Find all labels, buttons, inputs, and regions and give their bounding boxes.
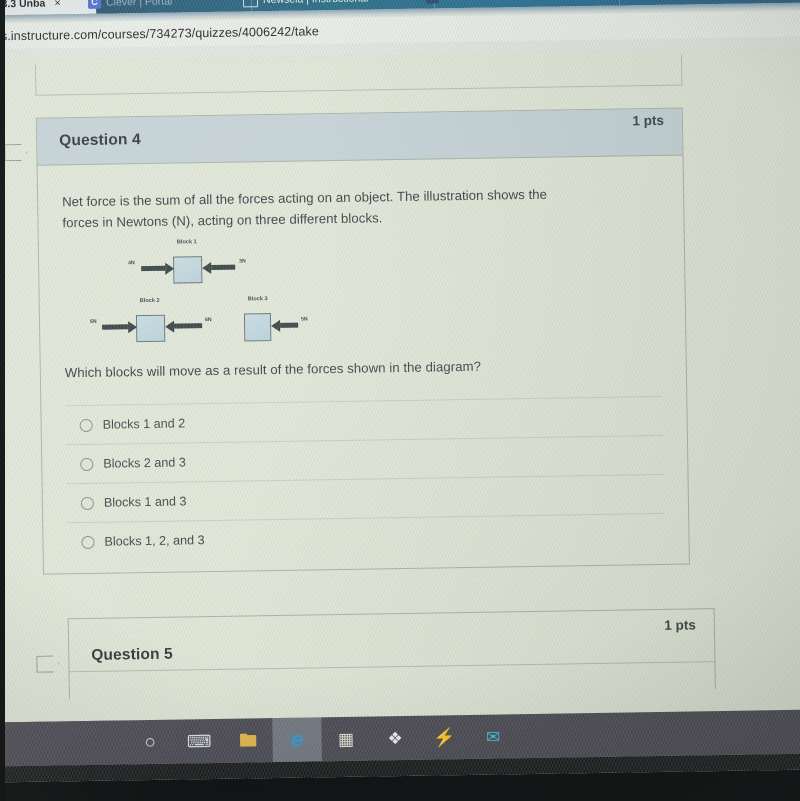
tab-close-icon[interactable]: × — [54, 0, 61, 9]
question-5-title: Question 5 — [91, 645, 174, 664]
answer-option-3[interactable]: Blocks 1, 2, and 3 — [67, 514, 665, 561]
tab-title: Clever | Portal — [105, 0, 173, 9]
block-2-group: Block 2 6N 6N — [89, 298, 216, 344]
radio-button-icon[interactable] — [81, 535, 95, 549]
question-4-body: Net force is the sum of all the forces a… — [38, 156, 689, 562]
block-2-right-force: 6N — [204, 316, 212, 323]
quiz-page: Question 4 1 pts Net force is the sum of… — [0, 48, 800, 723]
clever-icon: C — [87, 0, 102, 9]
taskbar-task-view[interactable]: ⌨ — [174, 719, 224, 764]
tab-title: Forces and motion ... — [444, 0, 543, 3]
block-2-left-force: 6N — [89, 318, 97, 325]
answer-label: Blocks 1 and 2 — [102, 416, 186, 432]
block-3-shape — [243, 312, 272, 342]
block-3-right-arrow — [280, 322, 299, 329]
mail-icon: ✉ — [485, 727, 501, 747]
computer-screen: S.P 13.3 Unba × C Clever | Portal Newsel… — [0, 0, 800, 783]
question-4-sub-prompt: Which blocks will move as a result of th… — [64, 358, 482, 381]
answer-label: Blocks 1 and 3 — [103, 494, 187, 510]
block-1-shape — [173, 255, 203, 284]
block-2-label: Block 2 — [139, 297, 160, 304]
url-text: chools.instructure.com/courses/734273/qu… — [0, 24, 319, 44]
question-5-points: 1 pts — [664, 617, 696, 633]
dropbox-icon: ❖ — [387, 728, 403, 748]
block-1-group: Block 1 4N 3N — [127, 239, 248, 285]
taskbar-edge-browser[interactable]: e — [272, 717, 322, 763]
taskbar-cortana[interactable]: ○ — [125, 720, 175, 765]
answer-label: Blocks 1, 2, and 3 — [104, 533, 205, 549]
taskbar-lightning-app[interactable]: ⚡ — [419, 715, 469, 760]
question-4-points: 1 pts — [632, 112, 665, 129]
radio-button-icon[interactable] — [80, 496, 94, 510]
taskbar-dropbox[interactable]: ❖ — [370, 716, 420, 761]
flag-question-5-icon[interactable] — [36, 655, 59, 672]
file-explorer-icon: 🖿 — [238, 730, 258, 751]
question-5-container: Question 5 1 pts — [67, 608, 716, 700]
taskbar-microsoft-store[interactable]: ▦ — [321, 717, 371, 762]
cortana-icon: ○ — [144, 731, 157, 753]
flag-question-4-icon[interactable] — [4, 144, 27, 161]
question-4-title: Question 4 — [59, 131, 141, 150]
phet-icon — [425, 0, 440, 4]
answer-label: Blocks 2 and 3 — [103, 455, 186, 471]
block-2-right-arrow — [174, 323, 203, 329]
tab-title: S.P 13.3 Unba — [0, 0, 46, 10]
block-1-left-arrow — [141, 265, 166, 272]
block-1-right-arrow — [211, 264, 236, 271]
start-button-area[interactable] — [0, 720, 126, 767]
tab-title: Newsela | Instructional — [263, 0, 369, 6]
block-2-shape — [135, 314, 166, 342]
radio-button-icon[interactable] — [80, 457, 94, 471]
question-4-container: Question 4 1 pts Net force is the sum of… — [35, 107, 690, 575]
block-3-group: Block 3 5N — [236, 296, 327, 342]
edge-browser-icon: e — [290, 726, 304, 752]
task-view-icon: ⌨ — [186, 731, 212, 751]
question-4-prompt: Net force is the sum of all the forces a… — [62, 182, 643, 234]
block-2-left-arrow — [102, 324, 129, 330]
block-3-label: Block 3 — [247, 295, 268, 303]
taskbar-mail[interactable]: ✉ — [468, 714, 518, 759]
lightning-app-icon: ⚡ — [432, 727, 456, 748]
block-1-label: Block 1 — [176, 238, 197, 246]
block-1-left-force: 4N — [128, 259, 135, 267]
question-4-options: Blocks 1 and 2 Blocks 2 and 3 Blocks 1 a… — [65, 396, 665, 561]
block-1-right-force: 3N — [239, 258, 246, 265]
photo-of-screen: S.P 13.3 Unba × C Clever | Portal Newsel… — [0, 0, 800, 801]
taskbar-file-explorer[interactable]: 🖿 — [223, 718, 273, 763]
previous-question-stub — [34, 54, 683, 96]
photo-edge — [0, 0, 5, 801]
document-icon — [242, 0, 259, 8]
radio-button-icon[interactable] — [79, 418, 93, 432]
microsoft-store-icon: ▦ — [337, 729, 355, 749]
question-5-header: Question 5 1 pts — [68, 609, 715, 673]
forces-diagram: Block 1 4N 3N Block 2 6N 6N Block 3 5N — [75, 239, 397, 356]
block-3-right-force: 5N — [300, 316, 308, 323]
